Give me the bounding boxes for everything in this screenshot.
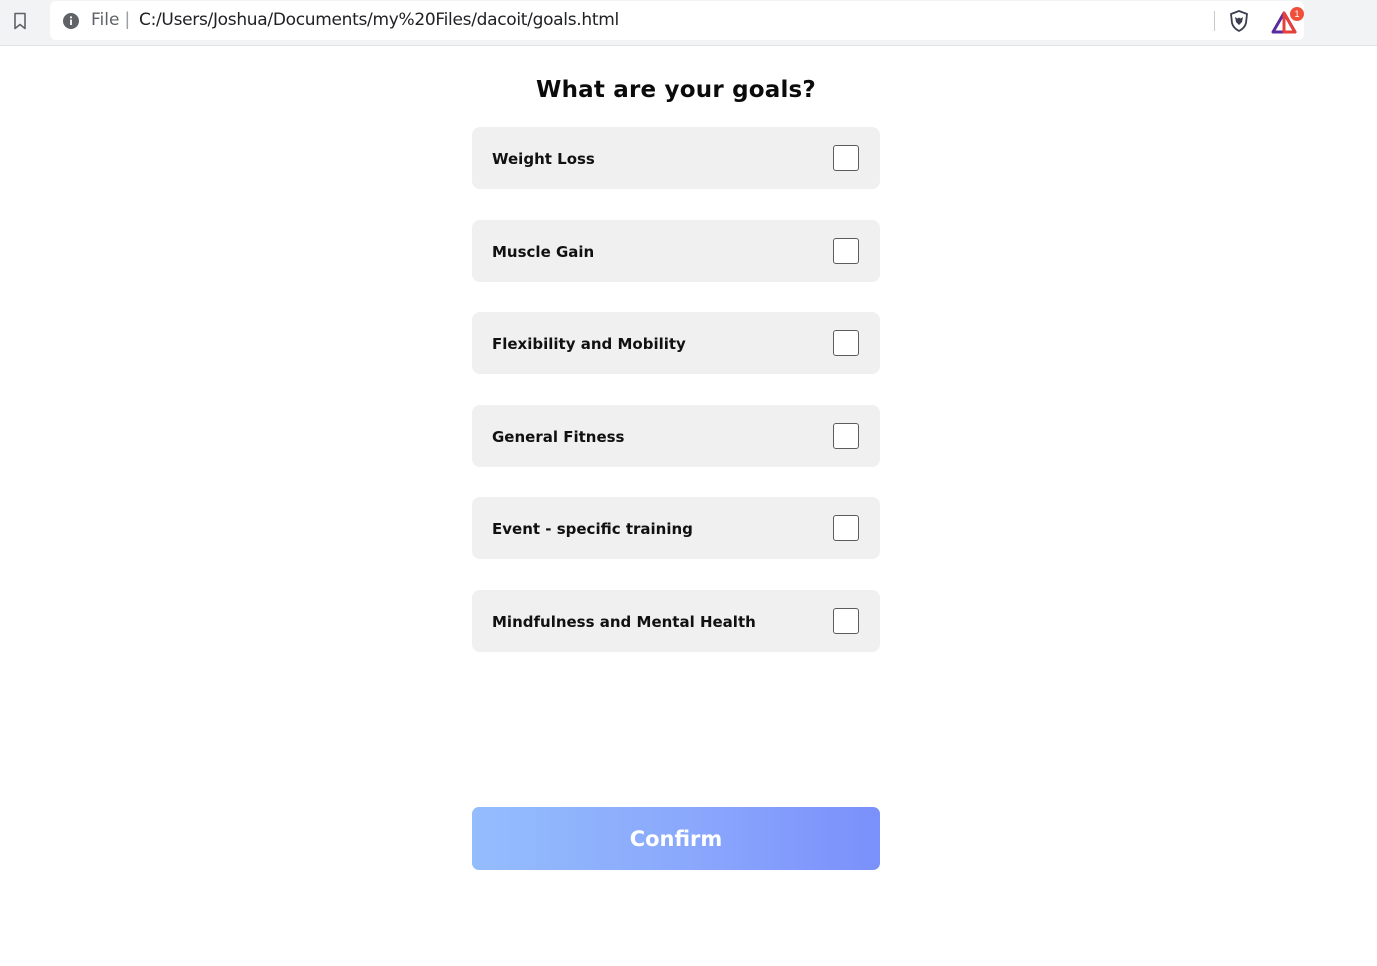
goal-label: Muscle Gain <box>492 243 595 261</box>
goal-label: Event - specific training <box>492 520 693 538</box>
confirm-button[interactable]: Confirm <box>472 807 880 870</box>
url-scheme-label: File <box>91 10 120 30</box>
goal-option-event-training[interactable]: Event - specific training <box>472 497 880 559</box>
goal-option-general-fitness[interactable]: General Fitness <box>472 405 880 467</box>
goal-option-mindfulness[interactable]: Mindfulness and Mental Health <box>472 590 880 652</box>
url-text[interactable]: C:/Users/Joshua/Documents/my%20Files/dac… <box>139 10 619 30</box>
goal-checkbox[interactable] <box>833 238 859 264</box>
address-bar[interactable]: File | C:/Users/Joshua/Documents/my%20Fi… <box>50 1 1304 40</box>
bookmark-button[interactable] <box>8 8 32 34</box>
info-icon[interactable] <box>62 12 80 30</box>
goal-option-flexibility-mobility[interactable]: Flexibility and Mobility <box>472 312 880 374</box>
toolbar-divider <box>1214 11 1215 31</box>
goal-label: Weight Loss <box>492 150 595 168</box>
goal-label: Flexibility and Mobility <box>492 335 686 353</box>
url-separator: | <box>125 9 130 29</box>
browser-toolbar: File | C:/Users/Joshua/Documents/my%20Fi… <box>0 0 1377 46</box>
goal-checkbox[interactable] <box>833 330 859 356</box>
goal-checkbox[interactable] <box>833 145 859 171</box>
goal-checkbox[interactable] <box>833 423 859 449</box>
goal-option-muscle-gain[interactable]: Muscle Gain <box>472 220 880 282</box>
brave-shield-icon[interactable] <box>1227 9 1251 33</box>
bookmark-icon <box>14 12 26 30</box>
goal-checkbox[interactable] <box>833 515 859 541</box>
goal-label: General Fitness <box>492 428 625 446</box>
goal-checkbox[interactable] <box>833 608 859 634</box>
page-content: What are your goals? Weight Loss Muscle … <box>0 47 1377 966</box>
rewards-badge: 1 <box>1290 7 1304 21</box>
page-title: What are your goals? <box>536 77 816 103</box>
goal-option-weight-loss[interactable]: Weight Loss <box>472 127 880 189</box>
brave-rewards-button[interactable]: 1 <box>1268 7 1304 37</box>
goal-label: Mindfulness and Mental Health <box>492 613 756 631</box>
